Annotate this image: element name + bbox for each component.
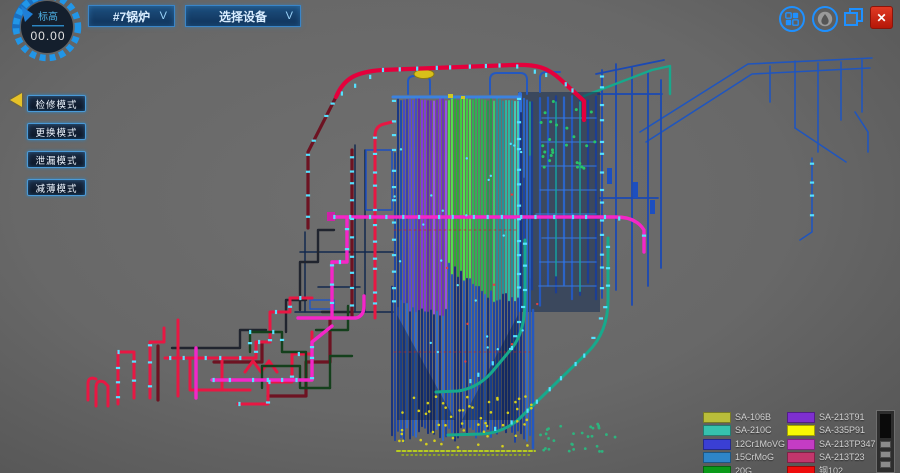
legend-swatch: [787, 425, 815, 436]
legend-label: SA-213T91: [819, 412, 865, 423]
boiler-monitor-window: 标高 00.00 #7锅炉 V 选择设备 V ✕ 检修模式: [0, 0, 900, 473]
close-icon: ✕: [876, 11, 886, 25]
device-select-value: 选择设备: [219, 8, 267, 25]
water-drop-icon: [817, 11, 833, 27]
legend-swatch: [703, 466, 731, 473]
gauge-divider: [32, 25, 64, 26]
scaffold-lines: [640, 58, 872, 240]
legend-label: 钢102: [819, 466, 843, 473]
boiler-select-dropdown[interactable]: #7锅炉 V: [88, 5, 175, 27]
legend-swatch: [787, 412, 815, 423]
mode-button-replacement[interactable]: 更换模式: [27, 123, 86, 140]
boiler-3d-viewport[interactable]: [0, 0, 900, 473]
mode-button-inspection[interactable]: 检修模式: [27, 95, 86, 112]
mode-button-thinning[interactable]: 减薄模式: [27, 179, 86, 196]
steam-drum: [414, 70, 434, 79]
legend-label: 20G: [735, 466, 752, 473]
device-select-dropdown[interactable]: 选择设备 V: [185, 5, 301, 27]
grid-view-button[interactable]: [779, 6, 805, 32]
legend-swatch: [703, 425, 731, 436]
legend-scroll-button[interactable]: [880, 461, 891, 468]
elevation-gauge: 标高 00.00: [9, 0, 87, 70]
mode-button-leakage[interactable]: 泄漏模式: [27, 151, 86, 168]
legend-scroll-button[interactable]: [880, 451, 891, 458]
legend-scroll-button[interactable]: [880, 441, 891, 448]
gauge-label: 标高: [9, 8, 87, 23]
legend-label: 15CrMoG: [735, 452, 774, 463]
legend-scrollbar-track[interactable]: [880, 414, 891, 438]
teal-roof-pipe: [584, 66, 670, 96]
layers-icon: [844, 8, 864, 27]
legend-label: SA-210C: [735, 425, 772, 436]
layers-button[interactable]: [844, 8, 864, 27]
mode-button-label: 减薄模式: [35, 181, 77, 195]
mode-button-label: 更换模式: [35, 125, 77, 139]
chevron-down-icon: V: [286, 10, 293, 22]
legend-label: SA-213TP347H: [819, 439, 882, 450]
legend-label: SA-213T23: [819, 452, 865, 463]
legend-swatch: [787, 452, 815, 463]
close-button[interactable]: ✕: [870, 6, 893, 29]
left-frame: [295, 145, 393, 312]
legend-swatch: [703, 412, 731, 423]
legend-swatch: [703, 439, 731, 450]
legend-label: SA-106B: [735, 412, 771, 423]
legend-label: 12Cr1MoVG: [735, 439, 785, 450]
gauge-value: 00.00: [9, 29, 87, 43]
legend-swatch: [787, 466, 815, 473]
chevron-down-icon: V: [160, 10, 167, 22]
grid-icon: [785, 12, 799, 26]
mode-button-label: 泄漏模式: [35, 153, 77, 167]
legend-swatch: [703, 452, 731, 463]
collapse-menu-arrow-icon[interactable]: [10, 93, 22, 107]
legend-swatch: [787, 439, 815, 450]
boiler-select-value: #7锅炉: [113, 8, 150, 25]
mode-button-label: 检修模式: [35, 97, 77, 111]
water-drop-button[interactable]: [812, 6, 838, 32]
legend-scrollbar[interactable]: [876, 410, 895, 473]
legend-label: SA-335P91: [819, 425, 865, 436]
